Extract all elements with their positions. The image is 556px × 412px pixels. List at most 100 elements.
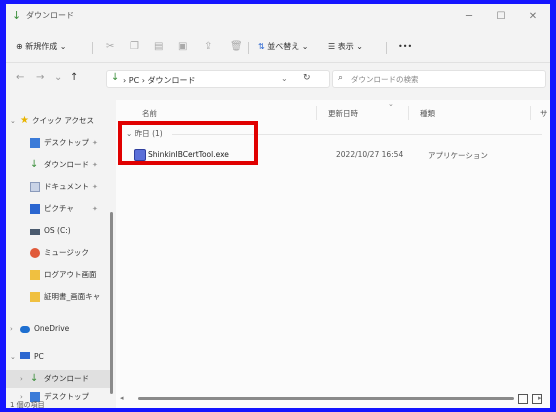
sidebar-item-music[interactable]: ミュージック xyxy=(6,244,112,262)
recent-chevron-icon[interactable]: ⌄ xyxy=(54,71,62,85)
search-input[interactable]: ⌕ ダウンロードの検索 xyxy=(332,70,546,88)
sidebar-item-label: ログアウト画面 xyxy=(44,270,97,279)
cut-icon[interactable]: ✂ xyxy=(106,40,114,54)
pin-icon: ✦ xyxy=(92,205,98,213)
chevron-down-icon[interactable]: ⌄ xyxy=(10,112,16,130)
share-icon[interactable]: ⇪ xyxy=(204,40,212,54)
new-label: 新規作成 xyxy=(25,42,58,51)
breadcrumb-pc[interactable]: PC xyxy=(129,76,139,85)
file-type: アプリケーション xyxy=(428,151,488,160)
sidebar-item-os-drive[interactable]: OS (C:) xyxy=(6,222,112,240)
back-arrow-icon[interactable]: ← xyxy=(16,71,24,85)
explorer-window: ↓ ダウンロード ─ ☐ ✕ ⊕ 新規作成 ⌄ ✂ ❐ ▤ ▣ ⇪ 🗑 ⇅ 並べ… xyxy=(6,4,550,408)
forward-arrow-icon[interactable]: → xyxy=(36,71,44,85)
up-arrow-icon[interactable]: ↑ xyxy=(70,71,78,85)
plus-circle-icon: ⊕ xyxy=(16,42,23,51)
window-title: ダウンロード xyxy=(26,11,74,20)
close-button[interactable]: ✕ xyxy=(522,8,544,26)
view-button[interactable]: ☰ 表示 ⌄ xyxy=(328,40,363,54)
computer-icon xyxy=(20,352,30,359)
breadcrumb: › PC › ダウンロード xyxy=(123,76,196,85)
column-divider[interactable] xyxy=(316,106,317,120)
sort-label: 並べ替え xyxy=(267,42,300,51)
sidebar-item-label: デスクトップ xyxy=(44,138,89,147)
pin-icon: ✦ xyxy=(92,139,98,147)
sidebar-item-desktop[interactable]: デスクトップ ✦ xyxy=(6,134,112,152)
column-header-size[interactable]: サ xyxy=(540,108,548,119)
scrollbar-thumb[interactable] xyxy=(138,397,514,400)
minimize-button[interactable]: ─ xyxy=(458,8,480,26)
sort-icon: ⇅ xyxy=(258,42,265,51)
download-icon: ↓ xyxy=(30,373,39,384)
download-icon: ↓ xyxy=(111,72,120,83)
chevron-down-icon[interactable]: ⌄ xyxy=(10,348,16,366)
folder-icon xyxy=(30,270,40,280)
address-bar[interactable]: ↓ › PC › ダウンロード ⌄ ↻ xyxy=(106,70,330,88)
column-divider[interactable] xyxy=(530,106,531,120)
sort-chevron-icon: ⌄ xyxy=(388,100,394,108)
sort-button[interactable]: ⇅ 並べ替え ⌄ xyxy=(258,40,309,54)
large-icons-view-icon[interactable] xyxy=(532,394,542,404)
file-highlight-box xyxy=(118,121,258,165)
divider xyxy=(6,62,550,63)
scroll-left-icon[interactable]: ◂ xyxy=(120,394,124,402)
new-button[interactable]: ⊕ 新規作成 ⌄ xyxy=(16,40,67,54)
title-bar: ↓ ダウンロード ─ ☐ ✕ xyxy=(6,4,550,32)
sidebar-item-label: ピクチャ xyxy=(44,204,74,213)
folder-icon xyxy=(30,292,40,302)
address-row: ← → ⌄ ↑ ↓ › PC › ダウンロード ⌄ ↻ ⌕ ダウンロードの検索 xyxy=(6,68,550,90)
sidebar-item-quick-access[interactable]: ⌄ ★ クイック アクセス xyxy=(6,112,112,130)
sidebar-item-documents[interactable]: ドキュメント ✦ xyxy=(6,178,112,196)
column-header-type[interactable]: 種類 xyxy=(420,108,435,119)
paste-icon[interactable]: ▤ xyxy=(154,40,163,54)
details-view-icon[interactable] xyxy=(518,394,528,404)
picture-icon xyxy=(30,204,40,214)
sidebar-item-label: クイック アクセス xyxy=(32,116,95,125)
file-date: 2022/10/27 16:54 xyxy=(336,150,404,159)
sidebar-item-label: ダウンロード xyxy=(44,160,89,169)
breadcrumb-downloads[interactable]: ダウンロード xyxy=(147,76,195,85)
column-header-date[interactable]: 更新日時 xyxy=(328,108,358,119)
star-icon: ★ xyxy=(20,115,29,126)
sidebar-item-label: OneDrive xyxy=(34,324,70,333)
copy-icon[interactable]: ❐ xyxy=(130,40,139,54)
column-header-name[interactable]: 名前 xyxy=(142,108,157,119)
sidebar-item-label: デスクトップ xyxy=(44,392,89,401)
sidebar-item-label: ドキュメント xyxy=(44,182,89,191)
drive-icon xyxy=(30,229,40,235)
chevron-right-icon[interactable]: › xyxy=(10,320,13,338)
sidebar-item-pictures[interactable]: ピクチャ ✦ xyxy=(6,200,112,218)
document-icon xyxy=(30,182,40,192)
cloud-icon xyxy=(20,326,30,333)
desktop-icon xyxy=(30,138,40,148)
sidebar-item-label: 証明書_画面キャ xyxy=(44,292,101,301)
more-button[interactable]: ••• xyxy=(398,40,412,54)
sidebar-item-pc-downloads[interactable]: › ↓ ダウンロード xyxy=(6,370,112,388)
column-divider[interactable] xyxy=(408,106,409,120)
sidebar-item-onedrive[interactable]: › OneDrive xyxy=(6,320,112,338)
pin-icon: ✦ xyxy=(92,183,98,191)
chevron-right-icon[interactable]: › xyxy=(20,370,23,388)
view-label: 表示 xyxy=(337,42,354,51)
refresh-icon[interactable]: ↻ xyxy=(303,73,311,83)
sidebar-item-label: PC xyxy=(34,352,44,361)
rename-icon[interactable]: ▣ xyxy=(178,40,187,54)
sidebar-item-label: ミュージック xyxy=(44,248,89,257)
address-dropdown-icon[interactable]: ⌄ xyxy=(281,74,288,83)
sidebar-item-logout-screen[interactable]: ログアウト画面 xyxy=(6,266,112,284)
maximize-button[interactable]: ☐ xyxy=(490,8,512,26)
sidebar-item-pc[interactable]: ⌄ PC xyxy=(6,348,112,366)
toolbar-divider xyxy=(248,42,249,54)
horizontal-scrollbar[interactable]: ◂ ▸ xyxy=(116,394,550,402)
sidebar-item-certificate-screen[interactable]: 証明書_画面キャ xyxy=(6,288,112,306)
navigation-pane: ⌄ ★ クイック アクセス デスクトップ ✦ ↓ ダウンロード ✦ ドキュメント… xyxy=(6,100,113,408)
delete-icon[interactable]: 🗑 xyxy=(230,40,243,54)
music-icon xyxy=(30,248,40,258)
sidebar-scrollbar[interactable] xyxy=(110,212,113,394)
sidebar-item-downloads[interactable]: ↓ ダウンロード ✦ xyxy=(6,156,112,174)
toolbar-divider xyxy=(386,42,387,54)
view-icon: ☰ xyxy=(328,42,336,51)
command-bar: ⊕ 新規作成 ⌄ ✂ ❐ ▤ ▣ ⇪ 🗑 ⇅ 並べ替え ⌄ ☰ 表示 ⌄ ••• xyxy=(6,34,550,60)
sidebar-item-label: OS (C:) xyxy=(44,226,71,235)
download-icon: ↓ xyxy=(12,9,22,22)
